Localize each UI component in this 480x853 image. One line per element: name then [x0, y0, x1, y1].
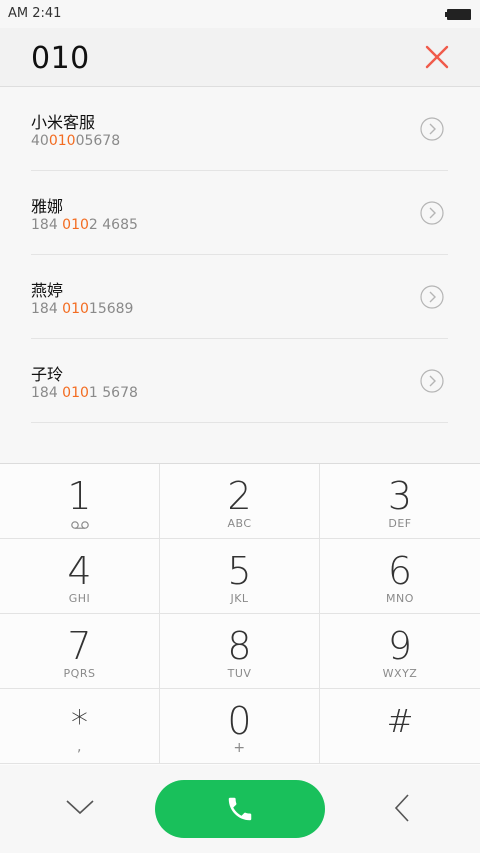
key-2[interactable]: 2 ABC: [160, 464, 320, 539]
clear-button[interactable]: [424, 44, 450, 70]
key-letters: JKL: [230, 592, 249, 605]
phone-icon: [228, 797, 252, 821]
key-6[interactable]: 6 MNO: [320, 539, 480, 614]
contact-number: 4001005678: [31, 133, 121, 149]
chevron-down-icon: [66, 800, 94, 815]
dial-input-bar: 010: [0, 28, 480, 87]
list-item[interactable]: 雅娜 184 0102 4685: [31, 171, 448, 255]
key-digit: 0: [227, 699, 252, 743]
key-digit: 7: [67, 624, 92, 668]
key-7[interactable]: 7 PQRS: [0, 614, 160, 689]
chevron-right-circle-icon: [420, 285, 444, 309]
key-digit: 8: [227, 624, 252, 668]
dialed-number[interactable]: 010: [31, 41, 90, 76]
contact-detail-button[interactable]: [420, 117, 444, 141]
key-digit: 5: [227, 549, 252, 593]
contact-name: 雅娜: [31, 197, 64, 216]
key-3[interactable]: 3 DEF: [320, 464, 480, 539]
backspace-button[interactable]: [393, 793, 411, 823]
key-letters: ABC: [227, 517, 252, 530]
key-9[interactable]: 9 WXYZ: [320, 614, 480, 689]
voicemail-icon: [71, 521, 89, 529]
contact-number: 184 01015689: [31, 301, 134, 317]
key-5[interactable]: 5 JKL: [160, 539, 320, 614]
key-letters: GHI: [68, 592, 91, 605]
list-item[interactable]: 子玲 184 0101 5678: [31, 339, 448, 423]
contact-detail-button[interactable]: [420, 285, 444, 309]
key-hash[interactable]: #: [320, 689, 480, 764]
key-digit: 2: [227, 474, 252, 518]
status-bar: AM 2:41: [0, 0, 480, 28]
key-digit: 3: [387, 474, 413, 518]
key-letters: ,: [77, 739, 82, 755]
key-letters: WXYZ: [382, 667, 418, 680]
call-button[interactable]: [155, 780, 325, 838]
key-letters: +: [233, 740, 246, 756]
key-star[interactable]: * ,: [0, 689, 160, 764]
key-0[interactable]: 0 +: [160, 689, 320, 764]
list-item[interactable]: 小米客服 4001005678: [31, 87, 448, 171]
key-digit: 1: [67, 474, 92, 518]
chevron-right-circle-icon: [420, 117, 444, 141]
key-digit: #: [386, 702, 414, 740]
battery-icon: [445, 9, 471, 20]
contact-name: 小米客服: [31, 113, 96, 132]
close-icon: [425, 45, 449, 69]
dial-keypad: 1 2 ABC 3 DEF 4 GHI 5 JKL 6 MNO 7 PQRS 8…: [0, 463, 480, 765]
list-item[interactable]: 燕婷 184 01015689: [31, 255, 448, 339]
contact-name: 子玲: [31, 365, 64, 384]
key-1[interactable]: 1: [0, 464, 160, 539]
key-8[interactable]: 8 TUV: [160, 614, 320, 689]
status-time: AM 2:41: [8, 6, 62, 21]
key-digit: *: [71, 703, 88, 743]
key-4[interactable]: 4 GHI: [0, 539, 160, 614]
key-digit: 4: [67, 549, 92, 593]
key-letters: TUV: [227, 667, 252, 680]
key-letters: DEF: [388, 517, 412, 530]
contact-number: 184 0101 5678: [31, 385, 138, 401]
contact-detail-button[interactable]: [420, 201, 444, 225]
key-letters: PQRS: [63, 667, 96, 680]
contact-name: 燕婷: [31, 281, 64, 300]
contact-results-list: 小米客服 4001005678 雅娜 184 0102 4685 燕婷 184 …: [0, 87, 480, 463]
chevron-right-circle-icon: [420, 369, 444, 393]
chevron-left-icon: [394, 794, 409, 822]
key-digit: 6: [387, 549, 413, 593]
dialer-action-bar: [0, 765, 480, 853]
collapse-keypad-button[interactable]: [65, 798, 95, 816]
key-digit: 9: [387, 624, 413, 668]
key-letters: MNO: [386, 592, 414, 605]
contact-number: 184 0102 4685: [31, 217, 138, 233]
contact-detail-button[interactable]: [420, 369, 444, 393]
chevron-right-circle-icon: [420, 201, 444, 225]
